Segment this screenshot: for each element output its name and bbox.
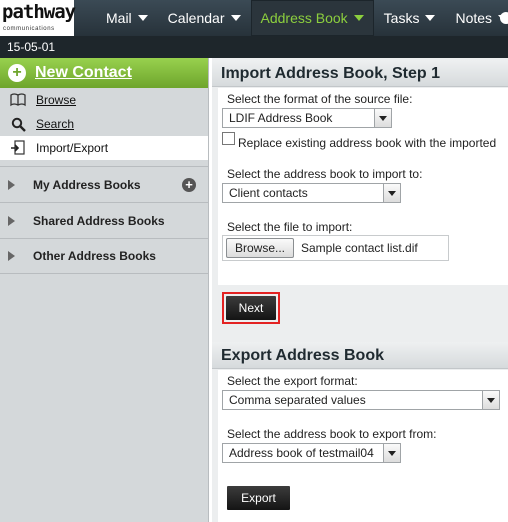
nav-mail[interactable]: Mail [96,0,158,36]
main-content: Import Address Book, Step 1 Select the f… [212,58,508,522]
sidebar-item-search-label: Search [36,117,75,131]
pathway-logo[interactable]: pathway communications [0,0,76,36]
export-section-title: Export Address Book [212,342,508,369]
add-address-book-icon[interactable]: + [182,178,196,192]
replace-checkbox[interactable] [222,132,235,145]
sidebar-item-search[interactable]: Search [0,112,208,136]
sidebar-item-import-export[interactable]: Import/Export [0,136,208,160]
import-target-label: Select the address book to import to: [227,167,423,181]
chevron-down-icon [383,184,400,202]
import-export-icon [10,140,26,156]
group-shared-address-books-label: Shared Address Books [33,213,165,228]
export-source-label: Select the address book to export from: [227,427,437,441]
plus-icon: + [8,64,26,82]
import-target-value: Client contacts [229,186,308,200]
new-contact-button[interactable]: + New Contact [0,58,208,88]
sidebar-item-browse[interactable]: Browse [0,88,208,112]
export-format-label: Select the export format: [227,374,358,388]
sidebar-item-browse-label: Browse [36,93,77,107]
nav-calendar-label: Calendar [167,10,225,26]
book-icon [10,92,26,108]
expand-arrow-icon [8,179,15,190]
logo-wordmark: pathway [2,1,76,23]
logo-tagline: communications [3,26,55,32]
nav-notes-label: Notes [455,10,493,26]
selected-file-name: Sample contact list.dif [301,241,418,255]
chevron-down-icon [137,15,148,21]
top-navigation: pathway communications Mail Calendar Add… [0,0,508,36]
nav-mail-label: Mail [106,10,132,26]
nav-tasks-label: Tasks [383,10,420,26]
nav-address-book[interactable]: Address Book [250,0,374,36]
more-menu-icon[interactable] [500,12,508,24]
main-menu: Mail Calendar Address Book Tasks Notes [96,0,508,36]
file-picker: Browse... Sample contact list.dif [222,235,449,261]
chevron-down-icon [230,15,241,21]
export-format-select[interactable]: Comma separated values [222,390,500,410]
export-source-value: Address book of testmail04 [229,446,374,460]
import-file-label: Select the file to import: [227,220,353,234]
import-target-select[interactable]: Client contacts [222,183,401,203]
nav-address-book-label: Address Book [260,10,348,26]
import-format-value: LDIF Address Book [229,111,333,125]
import-form: Select the format of the source file: LD… [218,88,508,285]
browse-button[interactable]: Browse... [226,238,295,258]
expand-arrow-icon [8,251,15,261]
sidebar: + New Contact Browse Search Import/Expor… [0,58,209,522]
import-format-label: Select the format of the source file: [227,92,413,106]
date-bar: 15-05-01 [0,36,508,58]
chevron-down-icon [425,15,436,21]
group-other-address-books[interactable]: Other Address Books [0,238,208,274]
replace-label: Replace existing address book with the i… [238,136,497,150]
new-contact-label: New Contact [35,64,132,81]
import-section-title: Import Address Book, Step 1 [212,60,508,87]
chevron-down-icon [353,15,364,21]
chevron-down-icon [383,444,400,462]
chevron-down-icon [374,109,391,127]
group-my-address-books-label: My Address Books [33,177,141,192]
search-icon [10,116,26,132]
current-date: 15-05-01 [7,40,56,54]
chevron-down-icon [482,391,499,409]
sidebar-item-import-export-label: Import/Export [36,141,109,155]
group-my-address-books[interactable]: My Address Books + [0,166,208,202]
nav-notes[interactable]: Notes [445,0,508,36]
export-button[interactable]: Export [227,486,290,510]
expand-arrow-icon [8,215,15,226]
export-form: Select the export format: Comma separate… [218,370,508,522]
export-source-select[interactable]: Address book of testmail04 [222,443,401,463]
next-button[interactable]: Next [226,296,276,320]
import-format-select[interactable]: LDIF Address Book [222,108,392,128]
export-format-value: Comma separated values [229,393,366,407]
group-shared-address-books[interactable]: Shared Address Books [0,202,208,238]
group-other-address-books-label: Other Address Books [33,249,156,263]
nav-calendar[interactable]: Calendar [158,0,251,36]
nav-tasks[interactable]: Tasks [374,0,446,36]
